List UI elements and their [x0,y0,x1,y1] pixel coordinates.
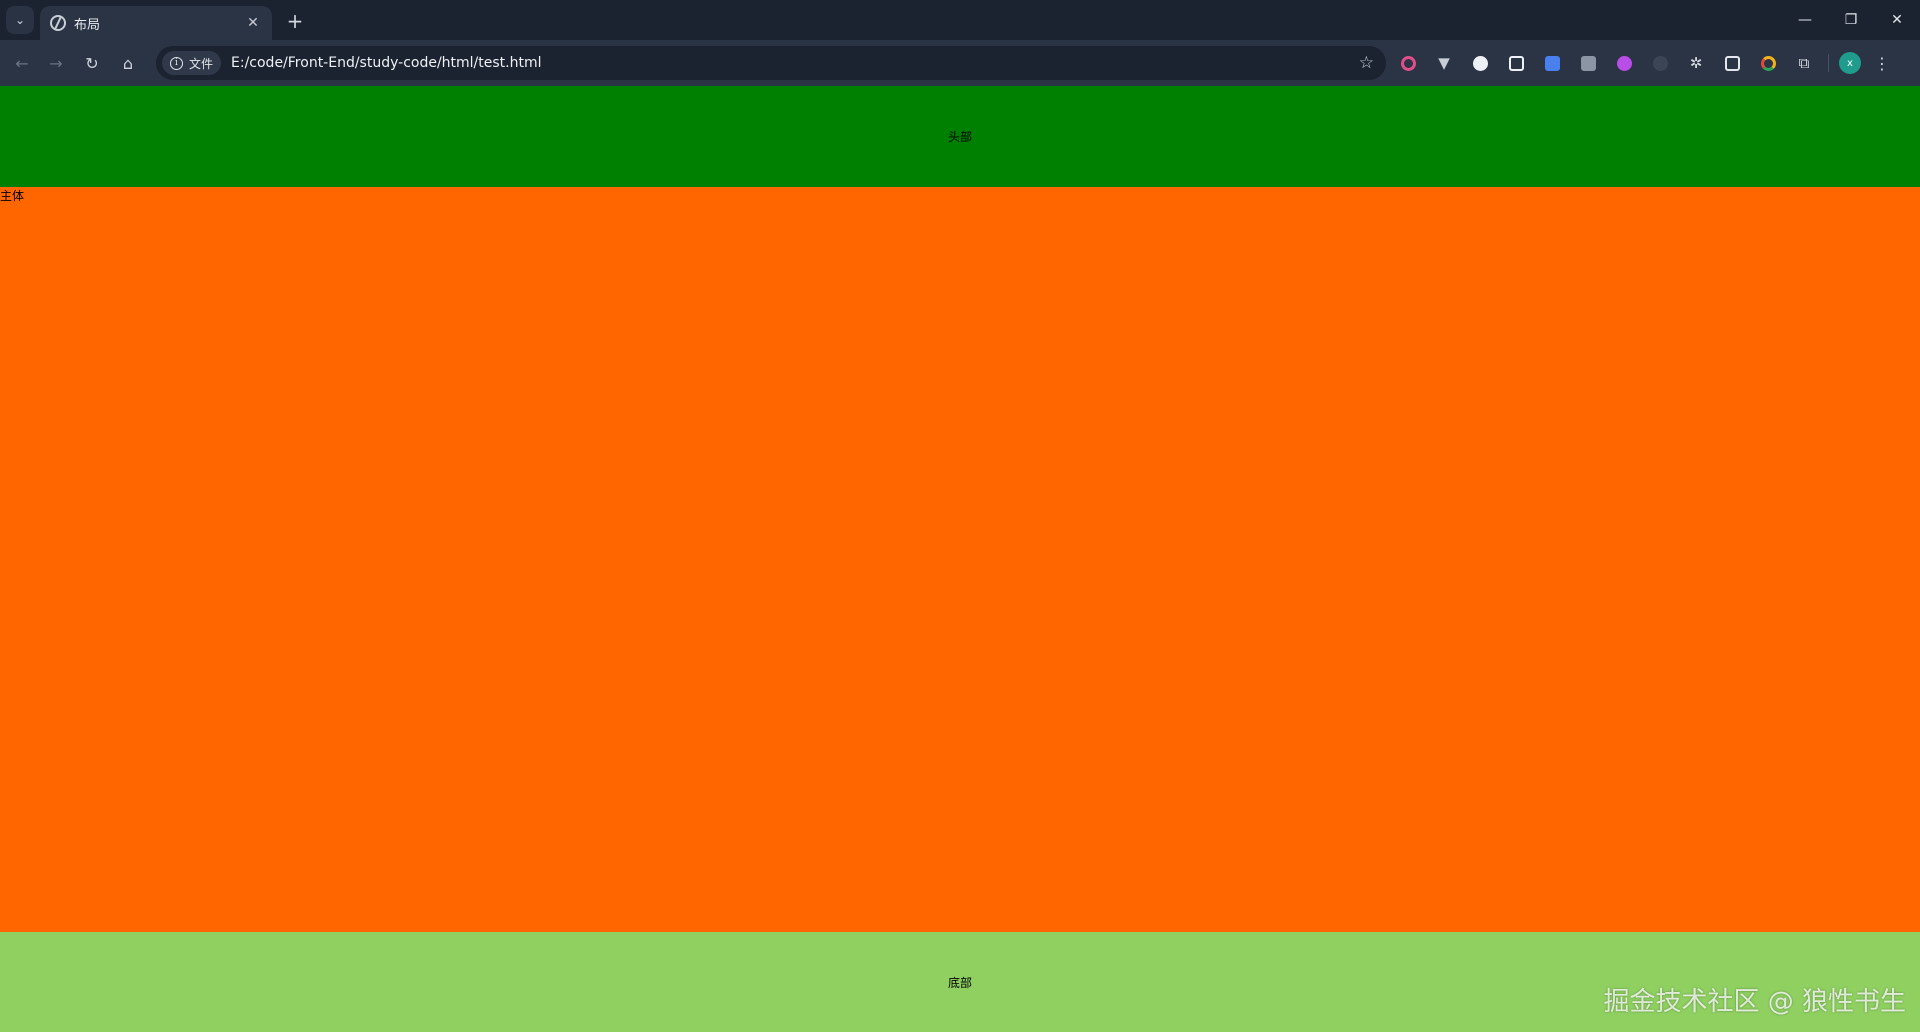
tab-title: 布局 [74,17,101,33]
browser-chrome: ⌄ 布局 ✕ + — ❐ ✕ ← → ↻ ⌂ i 文件 E:/code/Fron… [0,0,1920,86]
page-main: 主体 [0,187,1920,932]
profile-avatar[interactable]: x [1839,52,1861,74]
ring-extension-icon[interactable] [1396,51,1420,75]
back-button[interactable]: ← [10,51,34,75]
info-icon: i [170,56,183,70]
tab-close-icon[interactable]: ✕ [244,15,262,31]
faint-extension-icon[interactable] [1648,51,1672,75]
header-label: 头部 [947,130,972,144]
site-info-chip[interactable]: i 文件 [162,51,222,75]
notion-icon[interactable] [1504,51,1528,75]
close-window-button[interactable]: ✕ [1874,0,1920,40]
circle-extension-icon[interactable] [1468,51,1492,75]
footer-label: 底部 [947,975,972,990]
active-tab[interactable]: 布局 ✕ [40,6,272,40]
home-button[interactable]: ⌂ [116,51,140,75]
tab-search-button[interactable]: ⌄ [6,6,34,34]
main-label: 主体 [0,189,25,203]
extensions-bar: ▼ ✲ ⧉ x ⋮ [1396,51,1891,75]
address-bar[interactable]: i 文件 E:/code/Front-End/study-code/html/t… [156,46,1386,80]
gray-extension-icon[interactable] [1576,51,1600,75]
globe-icon [50,15,66,31]
tab-strip: ⌄ 布局 ✕ + — ❐ ✕ [0,0,1920,40]
gear-extension-icon[interactable]: ✲ [1684,51,1708,75]
page-footer: 底部 掘金技术社区 @ 狼性书生 [0,932,1920,1032]
purple-extension-icon[interactable] [1612,51,1636,75]
browser-menu-icon[interactable]: ⋮ [1873,54,1891,73]
bookmark-star-icon[interactable]: ☆ [1359,53,1374,73]
watermark: 掘金技术社区 @ 狼性书生 [1603,987,1906,1017]
new-tab-button[interactable]: + [282,8,308,34]
page-header: 头部 [0,86,1920,187]
box-extension-icon[interactable] [1720,51,1744,75]
browser-toolbar: ← → ↻ ⌂ i 文件 E:/code/Front-End/study-cod… [0,40,1920,86]
window-controls: — ❐ ✕ [1782,0,1920,40]
site-chip-label: 文件 [189,56,214,71]
translate-icon[interactable] [1540,51,1564,75]
forward-button[interactable]: → [44,51,68,75]
chrome-color-icon[interactable] [1756,51,1780,75]
vue-devtools-icon[interactable]: ▼ [1432,51,1456,75]
minimize-button[interactable]: — [1782,0,1828,40]
toolbar-separator [1828,54,1829,72]
url-text[interactable]: E:/code/Front-End/study-code/html/test.h… [231,55,542,71]
puzzle-icon[interactable]: ⧉ [1792,51,1816,75]
reload-button[interactable]: ↻ [80,51,104,75]
page-viewport: 头部 主体 底部 掘金技术社区 @ 狼性书生 [0,86,1920,1032]
restore-button[interactable]: ❐ [1828,0,1874,40]
